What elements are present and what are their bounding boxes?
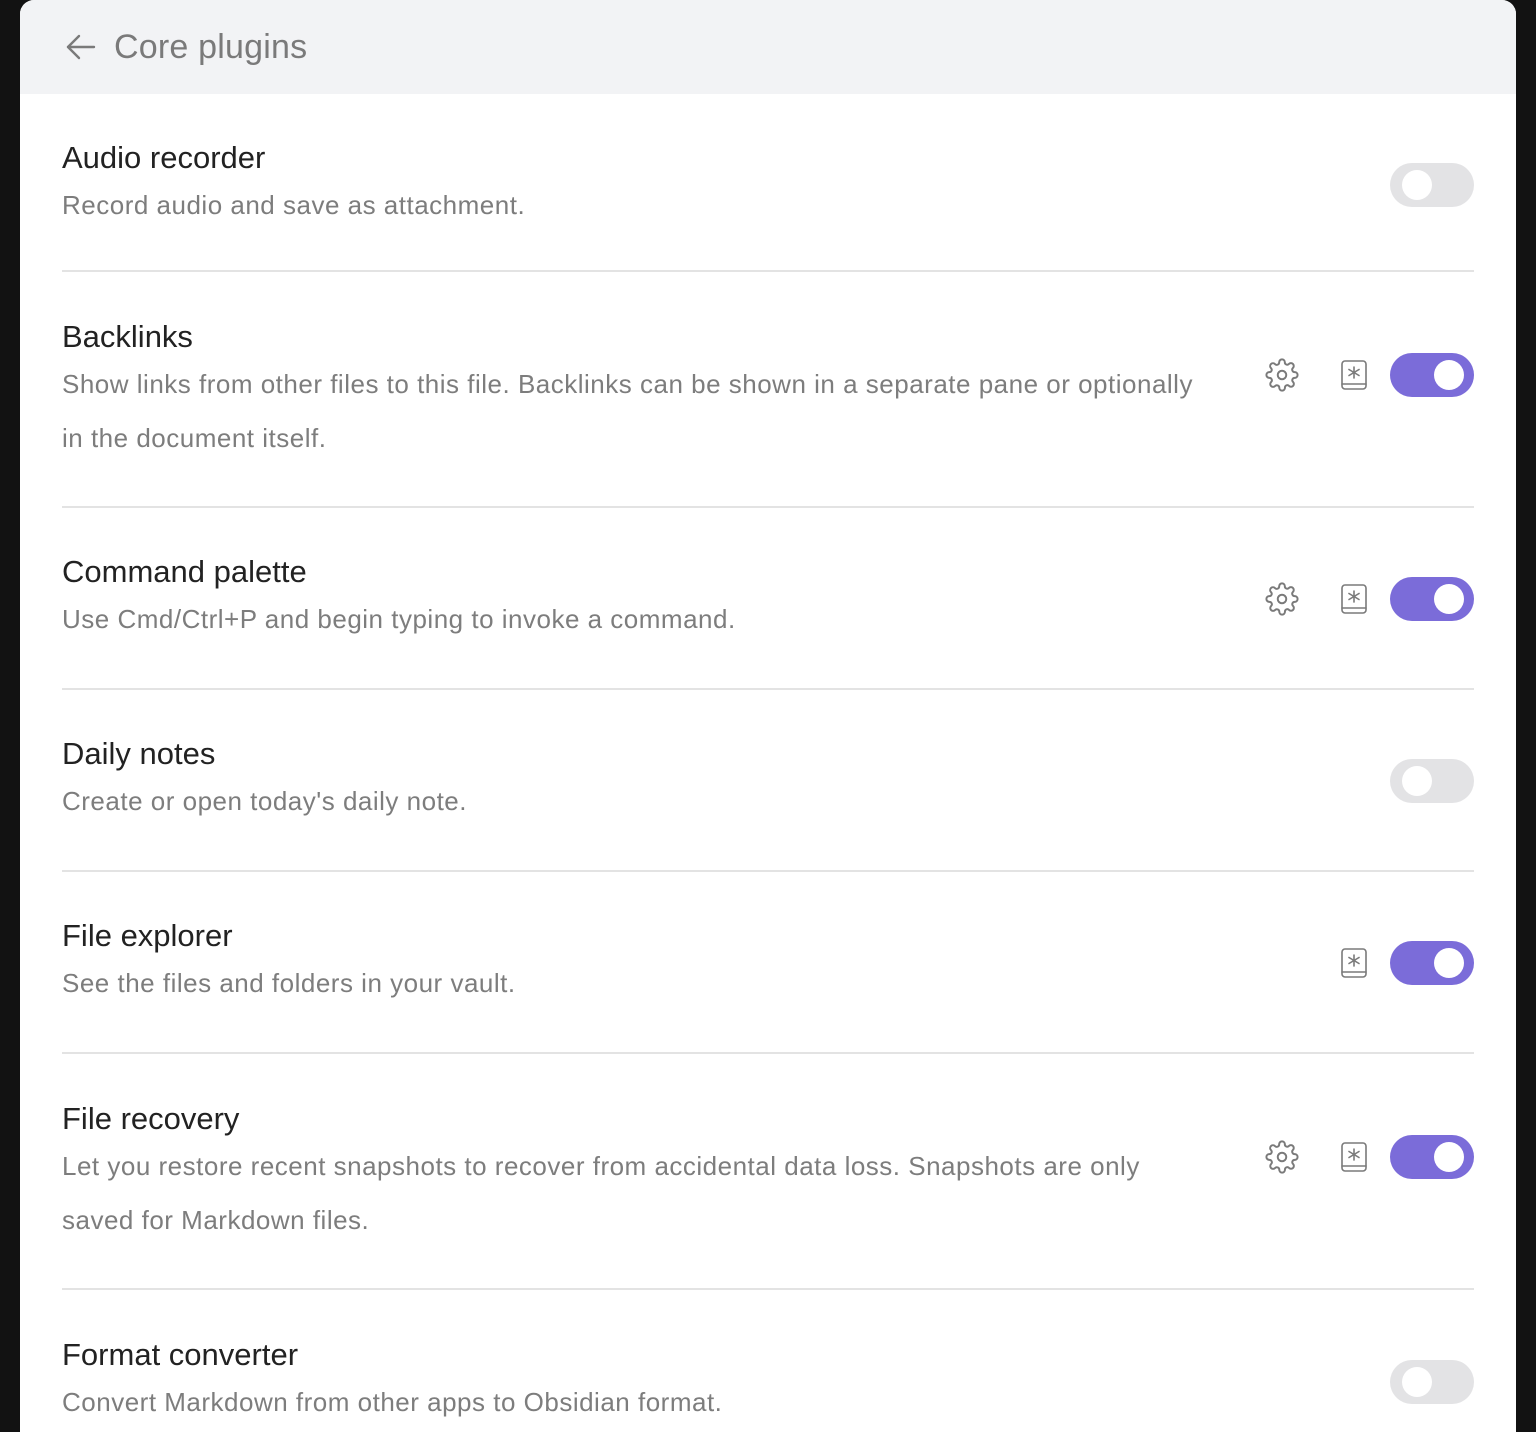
plugin-row-daily-notes: Daily notes Create or open today's daily… bbox=[62, 690, 1474, 872]
plugin-info: Daily notes Create or open today's daily… bbox=[62, 734, 1390, 828]
toggle-knob bbox=[1402, 170, 1432, 200]
plugin-info: Format converter Convert Markdown from o… bbox=[62, 1335, 1390, 1429]
toggle-knob bbox=[1434, 584, 1464, 614]
hotkey-icon[interactable] bbox=[1334, 1137, 1374, 1177]
plugin-row-command-palette: Command palette Use Cmd/Ctrl+P and begin… bbox=[62, 508, 1474, 690]
plugin-description: Use Cmd/Ctrl+P and begin typing to invok… bbox=[62, 604, 736, 634]
plugin-toggle[interactable] bbox=[1390, 759, 1474, 803]
plugin-info: Backlinks Show links from other files to… bbox=[62, 317, 1262, 465]
toggle-knob bbox=[1434, 360, 1464, 390]
gear-icon[interactable] bbox=[1262, 355, 1302, 395]
plugin-toggle[interactable] bbox=[1390, 577, 1474, 621]
plugin-name: Backlinks bbox=[62, 319, 193, 354]
plugin-info: Audio recorder Record audio and save as … bbox=[62, 138, 1390, 232]
plugin-row-audio-recorder: Audio recorder Record audio and save as … bbox=[62, 94, 1474, 272]
plugin-info: File explorer See the files and folders … bbox=[62, 916, 1334, 1010]
plugin-toggle[interactable] bbox=[1390, 1360, 1474, 1404]
page-title: Core plugins bbox=[114, 27, 308, 66]
plugin-description: Convert Markdown from other apps to Obsi… bbox=[62, 1387, 723, 1417]
plugin-info: File recovery Let you restore recent sna… bbox=[62, 1099, 1262, 1247]
plugin-row-backlinks: Backlinks Show links from other files to… bbox=[62, 272, 1474, 508]
plugin-controls bbox=[1390, 759, 1474, 803]
toggle-knob bbox=[1434, 948, 1464, 978]
plugin-row-file-recovery: File recovery Let you restore recent sna… bbox=[62, 1054, 1474, 1290]
core-plugins-panel: Core plugins Audio recorder Record audio… bbox=[20, 0, 1516, 1432]
plugin-name: File recovery bbox=[62, 1101, 240, 1136]
arrow-left-icon[interactable] bbox=[64, 30, 98, 64]
plugin-name: Daily notes bbox=[62, 736, 216, 771]
plugin-controls bbox=[1390, 163, 1474, 207]
plugin-controls bbox=[1262, 577, 1474, 621]
back-button[interactable]: Core plugins bbox=[64, 28, 307, 67]
plugin-description: Create or open today's daily note. bbox=[62, 786, 467, 816]
plugin-toggle[interactable] bbox=[1390, 353, 1474, 397]
plugin-description: Record audio and save as attachment. bbox=[62, 190, 526, 220]
toggle-knob bbox=[1402, 766, 1432, 796]
toggle-knob bbox=[1434, 1142, 1464, 1172]
plugin-toggle[interactable] bbox=[1390, 941, 1474, 985]
hotkey-icon[interactable] bbox=[1334, 355, 1374, 395]
plugin-controls bbox=[1262, 1135, 1474, 1179]
plugin-description: Let you restore recent snapshots to reco… bbox=[62, 1151, 1140, 1235]
plugin-controls bbox=[1262, 353, 1474, 397]
plugin-controls bbox=[1390, 1360, 1474, 1404]
hotkey-icon[interactable] bbox=[1334, 943, 1374, 983]
plugin-toggle[interactable] bbox=[1390, 163, 1474, 207]
plugin-name: Format converter bbox=[62, 1337, 299, 1372]
plugin-toggle[interactable] bbox=[1390, 1135, 1474, 1179]
plugin-info: Command palette Use Cmd/Ctrl+P and begin… bbox=[62, 552, 1262, 646]
plugin-name: Command palette bbox=[62, 554, 307, 589]
plugin-list: Audio recorder Record audio and save as … bbox=[20, 94, 1516, 1432]
plugin-description: Show links from other files to this file… bbox=[62, 369, 1193, 453]
gear-icon[interactable] bbox=[1262, 579, 1302, 619]
plugin-row-format-converter: Format converter Convert Markdown from o… bbox=[62, 1290, 1474, 1432]
toggle-knob bbox=[1402, 1367, 1432, 1397]
plugin-row-file-explorer: File explorer See the files and folders … bbox=[62, 872, 1474, 1054]
hotkey-icon[interactable] bbox=[1334, 579, 1374, 619]
plugin-description: See the files and folders in your vault. bbox=[62, 968, 516, 998]
gear-icon[interactable] bbox=[1262, 1137, 1302, 1177]
plugin-controls bbox=[1334, 941, 1474, 985]
plugin-name: File explorer bbox=[62, 918, 233, 953]
plugin-name: Audio recorder bbox=[62, 140, 266, 175]
header: Core plugins bbox=[20, 0, 1516, 94]
